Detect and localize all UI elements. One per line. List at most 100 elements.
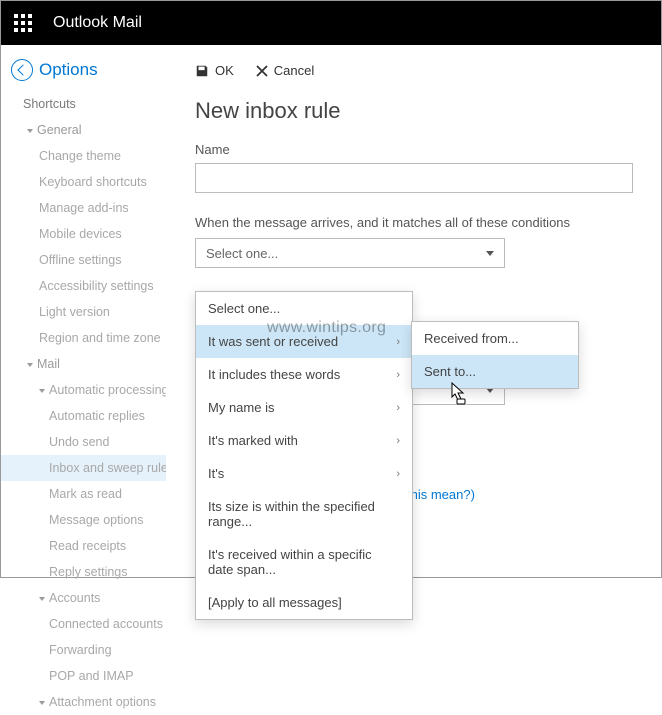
sidebar-item-label: Message options (49, 513, 144, 527)
sidebar-item[interactable]: Region and time zone (1, 325, 166, 351)
sidebar-item[interactable]: Mark as read (1, 481, 166, 507)
dropdown-item-label: It was sent or received (208, 334, 338, 349)
dropdown-item-label: My name is (208, 400, 274, 415)
app-launcher-icon[interactable] (1, 1, 45, 45)
sidebar-item-label: POP and IMAP (49, 669, 134, 683)
submenu-item[interactable]: Sent to... (412, 355, 578, 388)
rule-name-input[interactable] (195, 163, 633, 193)
sidebar-item[interactable]: POP and IMAP (1, 663, 166, 689)
sidebar-item-label: Keyboard shortcuts (39, 175, 147, 189)
sidebar-item[interactable]: Forwarding (1, 637, 166, 663)
sidebar-item-label: Forwarding (49, 643, 112, 657)
sidebar-item-label: Undo send (49, 435, 109, 449)
dropdown-item[interactable]: Its size is within the specified range..… (196, 490, 412, 538)
sidebar-item-label: Connected accounts (49, 617, 163, 631)
sidebar-item[interactable]: Connected accounts (1, 611, 166, 637)
sidebar-item-label: Reply settings (49, 565, 128, 579)
sidebar-item[interactable]: Undo send (1, 429, 166, 455)
dropdown-item[interactable]: It's received within a specific date spa… (196, 538, 412, 586)
sidebar-item-label: Accounts (49, 591, 100, 605)
name-label: Name (195, 142, 633, 157)
dropdown-item-label: It's (208, 466, 224, 481)
sidebar-item[interactable]: Accounts (1, 585, 166, 611)
sidebar-item-label: Shortcuts (23, 97, 76, 111)
sidebar-item-label: General (37, 123, 81, 137)
options-sidebar: Options Shortcuts General Change theme Keyb… (1, 45, 167, 577)
conditions-label: When the message arrives, and it matches… (195, 215, 633, 230)
dropdown-item[interactable]: It includes these words › (196, 358, 412, 391)
sidebar-item[interactable]: Automatic processing (1, 377, 166, 403)
sidebar-item[interactable]: Keyboard shortcuts (1, 169, 166, 195)
options-label: Options (39, 60, 98, 80)
sidebar-item[interactable]: Manage add-ins (1, 195, 166, 221)
sidebar-item[interactable]: Reply settings (1, 559, 166, 585)
dropdown-item[interactable]: My name is › (196, 391, 412, 424)
sidebar-item[interactable]: Mail (1, 351, 166, 377)
sidebar-item[interactable]: Read receipts (1, 533, 166, 559)
sidebar-item[interactable]: Accessibility settings (1, 273, 166, 299)
dropdown-item-label: Select one... (208, 301, 280, 316)
help-link-fragment[interactable]: this mean?) (407, 487, 475, 502)
sidebar-item[interactable]: Automatic replies (1, 403, 166, 429)
submenu-arrow-icon: › (396, 435, 400, 447)
submenu-arrow-icon: › (396, 336, 400, 348)
dropdown-item[interactable]: It was sent or received › (196, 325, 412, 358)
ok-label: OK (215, 63, 234, 78)
sidebar-item[interactable]: Change theme (1, 143, 166, 169)
sidebar-item-label: Read receipts (49, 539, 126, 553)
caret-icon (27, 363, 33, 367)
page-title: New inbox rule (195, 98, 633, 124)
condition-select[interactable]: Select one... (195, 238, 505, 268)
sidebar-item-label: Mark as read (49, 487, 122, 501)
sidebar-item-label: Offline settings (39, 253, 121, 267)
sidebar-item[interactable]: Light version (1, 299, 166, 325)
app-title: Outlook Mail (45, 14, 142, 32)
sidebar-item[interactable]: Mobile devices (1, 221, 166, 247)
condition-dropdown: Select one...It was sent or received›It … (195, 291, 413, 620)
caret-icon (27, 129, 33, 133)
dropdown-item[interactable]: [Apply to all messages] (196, 586, 412, 619)
sidebar-item-label: Region and time zone (39, 331, 161, 345)
dropdown-item-label: Its size is within the specified range..… (208, 499, 400, 529)
ok-button[interactable]: OK (195, 63, 234, 78)
sidebar-item-label: Mobile devices (39, 227, 122, 241)
sidebar-item-label: Manage add-ins (39, 201, 129, 215)
cancel-label: Cancel (274, 63, 314, 78)
dropdown-item[interactable]: It's marked with › (196, 424, 412, 457)
dropdown-item-label: It includes these words (208, 367, 340, 382)
back-icon (11, 59, 33, 81)
dropdown-item-label: It's marked with (208, 433, 298, 448)
sidebar-item[interactable]: Offline settings (1, 247, 166, 273)
submenu-arrow-icon: › (396, 402, 400, 414)
dropdown-item[interactable]: Select one... (196, 292, 412, 325)
sidebar-item[interactable]: Attachment options (1, 689, 166, 715)
sidebar-item-label: Mail (37, 357, 60, 371)
condition-select-value: Select one... (206, 246, 278, 261)
sidebar-item-label: Attachment options (49, 695, 156, 709)
sidebar-item[interactable]: Message options (1, 507, 166, 533)
sidebar-item-label: Automatic processing (49, 383, 166, 397)
submenu-item[interactable]: Received from... (412, 322, 578, 355)
sidebar-item-label: Change theme (39, 149, 121, 163)
sidebar-item-label: Accessibility settings (39, 279, 154, 293)
chevron-down-icon (486, 251, 494, 256)
close-icon (256, 65, 268, 77)
dropdown-item-label: [Apply to all messages] (208, 595, 342, 610)
sidebar-item-label: Light version (39, 305, 110, 319)
sidebar-item[interactable]: Shortcuts (1, 91, 166, 117)
sidebar-item-label: Automatic replies (49, 409, 145, 423)
dropdown-item-label: It's received within a specific date spa… (208, 547, 400, 577)
submenu-arrow-icon: › (396, 468, 400, 480)
sidebar-item[interactable]: Inbox and sweep rules (1, 455, 166, 481)
cancel-button[interactable]: Cancel (256, 63, 314, 78)
sidebar-item[interactable]: General (1, 117, 166, 143)
caret-icon (39, 701, 45, 705)
options-back[interactable]: Options (1, 59, 166, 81)
submenu-arrow-icon: › (396, 369, 400, 381)
main-panel: OK Cancel New inbox rule Name When the m… (167, 45, 661, 577)
save-icon (195, 64, 209, 78)
sidebar-item-label: Inbox and sweep rules (49, 461, 166, 475)
dropdown-item[interactable]: It's › (196, 457, 412, 490)
condition-submenu: Received from...Sent to... (411, 321, 579, 389)
caret-icon (39, 597, 45, 601)
